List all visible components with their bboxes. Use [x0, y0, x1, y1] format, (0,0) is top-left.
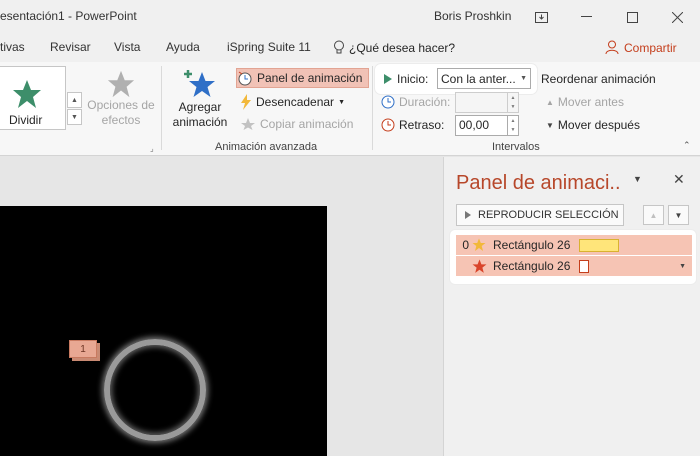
painter-star-icon — [241, 118, 255, 130]
delay-label: Retraso: — [399, 118, 445, 132]
move-later-button[interactable]: ▼ Mover después — [546, 115, 640, 135]
animation-pane-icon — [238, 71, 252, 86]
animation-painter-button[interactable]: Copiar animación — [240, 114, 353, 134]
move-down-button[interactable]: ▼ — [668, 205, 689, 225]
move-earlier-label: Mover antes — [557, 95, 624, 109]
list-item[interactable]: Rectángulo 26 ▼ — [456, 256, 692, 276]
slide-work-area: 1 — [0, 157, 443, 456]
split-star-icon — [13, 80, 41, 108]
separator — [161, 66, 162, 150]
animation-list: 0 Rectángulo 26 Rectángulo 26 ▼ — [450, 230, 696, 284]
window-title: esentación1 - PowerPoint — [0, 9, 137, 23]
animation-pane: Panel de animaci.. ▼ ✕ REPRODUCIR SELECC… — [443, 157, 700, 456]
effect-options-label-1: Opciones de — [87, 98, 155, 112]
delay-row: Retraso: — [381, 115, 444, 135]
delay-input[interactable]: 00,00 — [455, 115, 508, 136]
trigger-label: Desencadenar — [256, 95, 335, 109]
list-item[interactable]: 0 Rectángulo 26 — [456, 235, 692, 255]
emphasis-star-icon — [472, 259, 487, 273]
entrance-star-icon — [472, 238, 486, 251]
play-selected-label: REPRODUCIR SELECCIÓN — [478, 209, 619, 221]
close-icon[interactable]: ✕ — [673, 171, 685, 188]
share-label: Compartir — [624, 40, 677, 55]
tab-ayuda[interactable]: Ayuda — [166, 40, 200, 54]
minimize-button[interactable] — [563, 0, 609, 34]
group-label-advanced: Animación avanzada — [215, 141, 318, 153]
start-row: Inicio: — [383, 69, 428, 89]
tell-me-box[interactable]: ¿Qué desea hacer? — [333, 40, 455, 55]
duration-label: Duración: — [399, 95, 451, 109]
duration-input[interactable] — [455, 92, 508, 113]
gallery-scroll-up[interactable]: ▲ — [67, 92, 82, 108]
dropdown-arrow-icon: ▼ — [520, 75, 527, 82]
animation-pane-label: Panel de animación — [257, 71, 363, 85]
timeline-bar — [579, 259, 590, 273]
ribbon-display-options-icon[interactable] — [518, 0, 564, 34]
add-animation-label-1: Agregar — [178, 100, 222, 114]
timeline-bar — [579, 238, 620, 252]
move-earlier-button[interactable]: ▲ Mover antes — [546, 92, 624, 112]
animation-pane-button[interactable]: Panel de animación — [236, 68, 370, 88]
delay-spinner[interactable]: ▲ ▼ — [507, 115, 519, 136]
chevron-down-icon: ▼ — [338, 98, 345, 106]
item-dropdown-icon[interactable]: ▼ — [679, 263, 686, 270]
pane-title: Panel de animaci.. — [456, 172, 621, 194]
delay-clock-icon — [381, 118, 395, 132]
animation-painter-label: Copiar animación — [260, 117, 354, 131]
group-label-timing: Intervalos — [492, 141, 540, 153]
collapse-ribbon-icon[interactable]: ⌃ — [683, 140, 691, 151]
effect-options-label-2: efectos — [101, 113, 141, 127]
title-bar: esentación1 - PowerPoint Boris Proshkin — [0, 0, 700, 34]
arrow-up-icon: ▲ — [546, 97, 554, 107]
ribbon: Dividir ▲ ▼ Opciones de efectos ⌟ Agrega… — [0, 62, 700, 156]
lightbulb-icon — [334, 40, 344, 54]
duration-spinner[interactable]: ▲ ▼ — [507, 92, 519, 113]
share-button[interactable]: Compartir — [605, 40, 677, 55]
tab-ispring[interactable]: iSpring Suite 11 — [227, 40, 311, 54]
tell-me-label: ¿Qué desea hacer? — [349, 40, 456, 55]
item-name: Rectángulo 26 — [493, 259, 571, 273]
add-star-icon — [184, 70, 215, 97]
menu-bar: tivas Revisar Vista Ayuda iSpring Suite … — [0, 34, 700, 62]
trigger-button[interactable]: Desencadenar ▼ — [240, 92, 345, 112]
start-select[interactable]: Con la anter... ▼ — [437, 68, 531, 89]
reorder-label: Reordenar animación — [541, 72, 656, 86]
play-selected-button[interactable]: REPRODUCIR SELECCIÓN — [456, 204, 624, 226]
tab-vista[interactable]: Vista — [114, 40, 140, 54]
dialog-launcher-icon[interactable]: ⌟ — [150, 144, 154, 153]
gallery-scroll-down[interactable]: ▼ — [67, 109, 82, 125]
tab-revisar[interactable]: Revisar — [50, 40, 91, 54]
add-animation-label-2: animación — [172, 115, 228, 129]
start-label: Inicio: — [397, 72, 429, 86]
duration-row: Duración: — [381, 92, 450, 112]
play-icon — [384, 74, 392, 84]
person-icon — [605, 40, 619, 55]
move-later-label: Mover después — [557, 118, 640, 132]
move-up-button[interactable]: ▲ — [643, 205, 664, 225]
animation-order-tag[interactable]: 1 — [69, 340, 97, 358]
circle-shape[interactable] — [104, 339, 206, 441]
item-name: Rectángulo 26 — [493, 238, 571, 252]
lightning-icon — [241, 94, 251, 110]
slide-canvas[interactable]: 1 — [0, 206, 327, 456]
item-index: 0 — [462, 238, 469, 252]
animation-gallery[interactable]: Dividir — [0, 66, 66, 130]
effect-star-icon — [107, 70, 135, 98]
add-animation-button[interactable]: Agregar animación — [166, 68, 234, 130]
start-select-value: Con la anter... — [441, 71, 516, 86]
pane-options-icon[interactable]: ▼ — [633, 174, 642, 184]
separator — [372, 66, 373, 150]
dividir-label: Dividir — [9, 113, 43, 127]
arrow-down-icon: ▼ — [546, 120, 554, 130]
user-name[interactable]: Boris Proshkin — [434, 9, 511, 23]
clock-icon — [381, 95, 395, 109]
effect-options-button[interactable]: Opciones de efectos — [86, 70, 156, 128]
close-button[interactable] — [654, 0, 700, 34]
tab-animaciones[interactable]: tivas — [0, 40, 25, 54]
maximize-button[interactable] — [609, 0, 655, 34]
play-icon — [465, 211, 471, 219]
